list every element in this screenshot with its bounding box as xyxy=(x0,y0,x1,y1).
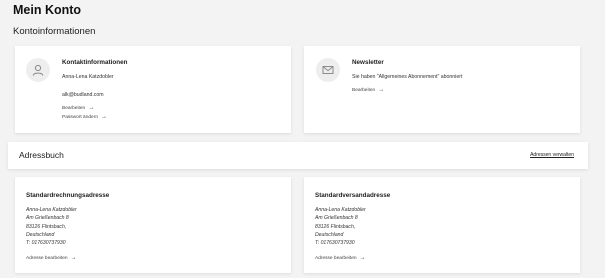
arrow-right-icon: → xyxy=(359,255,366,261)
shipping-address-card: Standardversandadresse Anna-Lena Katzdob… xyxy=(304,177,580,273)
contact-edit-link[interactable]: Bearbeiten → xyxy=(62,105,94,111)
mail-icon xyxy=(316,58,340,82)
newsletter-edit-label: Bearbeiten xyxy=(352,87,376,93)
change-password-label: Passwort ändern xyxy=(62,114,98,120)
address-phone: T: 017630737930 xyxy=(315,240,355,247)
shipping-address: Anna-Lena Katzdobler Am Grießenbach 8 83… xyxy=(315,206,366,247)
change-password-link[interactable]: Passwort ändern → xyxy=(62,114,107,120)
address-line: 83126 Flintsbach, xyxy=(26,223,67,230)
billing-address-card: Standardrechnungsadresse Anna-Lena Katzd… xyxy=(15,177,291,273)
user-icon xyxy=(26,58,50,82)
address-phone: T: 017630737930 xyxy=(26,240,66,247)
arrow-right-icon: → xyxy=(101,114,107,120)
billing-heading: Standardrechnungsadresse xyxy=(26,192,110,199)
address-line: Deutschland xyxy=(315,231,344,238)
contact-heading: Kontaktinformationen xyxy=(62,59,128,66)
arrow-right-icon: → xyxy=(378,87,385,93)
address-line: Am Grießenbach 8 xyxy=(26,215,69,222)
page-title: Mein Konto xyxy=(13,3,82,17)
billing-address: Anna-Lena Katzdobler Am Grießenbach 8 83… xyxy=(26,206,77,247)
contact-edit-label: Bearbeiten xyxy=(62,105,86,111)
manage-addresses-link[interactable]: Adressen verwalten xyxy=(530,152,574,158)
shipping-heading: Standardversandadresse xyxy=(315,192,391,199)
address-line: Anna-Lena Katzdobler xyxy=(315,207,366,213)
arrow-right-icon: → xyxy=(70,255,77,261)
newsletter-card: Newsletter Sie haben "Allgemeines Abonne… xyxy=(304,46,580,133)
address-line: Am Grießenbach 8 xyxy=(315,215,358,222)
arrow-right-icon: → xyxy=(88,105,95,111)
shipping-edit-label: Adresse bearbeiten xyxy=(315,255,357,261)
billing-edit-link[interactable]: Adresse bearbeiten → xyxy=(26,255,77,261)
section-title: Kontoinformationen xyxy=(13,26,96,37)
newsletter-heading: Newsletter xyxy=(352,59,384,66)
newsletter-text: Sie haben "Allgemeines Abonnement" abonn… xyxy=(352,74,463,80)
contact-card: Kontaktinformationen Anna-Lena Katzdoble… xyxy=(15,46,291,133)
newsletter-edit-link[interactable]: Bearbeiten → xyxy=(352,87,384,93)
addressbook-header: Adressbuch Adressen verwalten xyxy=(8,142,588,169)
billing-edit-label: Adresse bearbeiten xyxy=(26,255,68,261)
address-line: Deutschland xyxy=(26,231,55,238)
shipping-edit-link[interactable]: Adresse bearbeiten → xyxy=(315,255,366,261)
contact-email: alk@budland.com xyxy=(62,92,104,98)
addressbook-title: Adressbuch xyxy=(19,150,64,160)
address-line: Anna-Lena Katzdobler xyxy=(26,207,77,213)
contact-name: Anna-Lena Katzdobler xyxy=(62,74,114,80)
address-line: 83126 Flintsbach, xyxy=(315,223,356,230)
